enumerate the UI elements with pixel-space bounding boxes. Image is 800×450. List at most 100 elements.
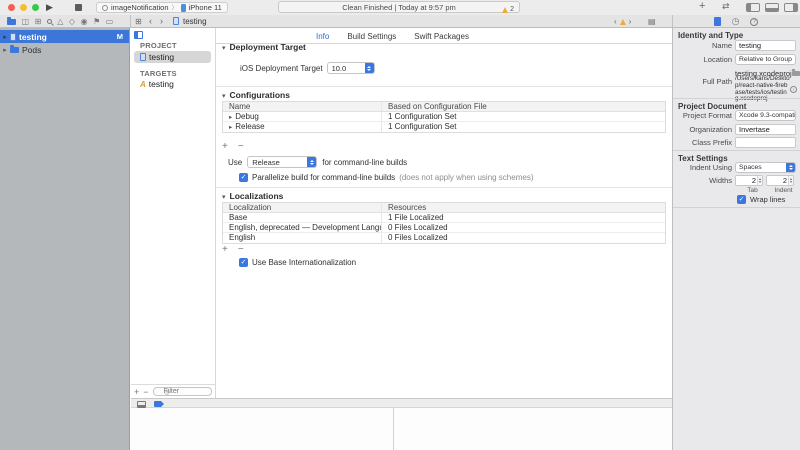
navigator-row-testing[interactable]: ▸ testing M (0, 30, 129, 43)
toggle-navigator-button[interactable] (746, 3, 760, 12)
table-row[interactable]: English 0 Files Localized (223, 233, 665, 243)
run-button[interactable]: ▶ (46, 1, 53, 14)
breakpoint-navigator-icon[interactable]: ⚑ (93, 17, 100, 26)
symbol-navigator-icon[interactable]: ⊞ (35, 17, 42, 26)
warning-icon (502, 7, 508, 13)
back-button[interactable]: ‹ (149, 16, 152, 26)
indent-using-dropdown[interactable]: Spaces (735, 162, 796, 173)
navigator-tab-strip: ◫ ⊞ △ ◇ ◉ ⚑ ▭ (7, 15, 113, 28)
checkbox-checked[interactable]: ✓ (737, 195, 746, 204)
toggle-debug-area-button[interactable] (765, 3, 779, 12)
folder-icon[interactable] (792, 71, 800, 76)
toggle-inspectors-button[interactable] (784, 3, 798, 12)
indent-width-input[interactable] (767, 176, 788, 185)
previous-issue-button[interactable]: ‹ (614, 17, 617, 26)
activity-status: Clean Finished | Today at 9:57 pm 2 (278, 1, 520, 13)
configurations-section-header[interactable]: ▾Configurations (222, 90, 290, 100)
tab-width-stepper[interactable] (735, 175, 763, 186)
tab-info[interactable]: Info (316, 32, 329, 41)
hide-debug-area-icon[interactable] (137, 401, 146, 408)
navigator-row-pods[interactable]: ▸ Pods (0, 43, 129, 56)
report-navigator-icon[interactable]: ▭ (106, 17, 114, 26)
tab-overview-icon[interactable]: ⊞ (135, 17, 142, 26)
filter-input[interactable] (153, 387, 212, 396)
project-format-dropdown[interactable]: Xcode 9.3-compatible (735, 110, 796, 121)
disclosure-icon[interactable]: ▸ (229, 114, 232, 121)
issue-navigation: ‹ › (614, 15, 631, 28)
ios-deployment-target-label: iOS Deployment Target (240, 64, 323, 73)
add-button[interactable]: + (134, 387, 139, 397)
deployment-target-section-header[interactable]: ▾Deployment Target (222, 42, 306, 52)
command-line-configuration-dropdown[interactable]: Release (247, 156, 317, 168)
indent-using-row: Indent Using Spaces (673, 162, 796, 173)
stop-button[interactable] (75, 4, 82, 11)
disclosure-icon[interactable]: ▸ (229, 124, 232, 131)
table-row[interactable]: Base 1 File Localized (223, 213, 665, 223)
configurations-add-remove: + − (222, 142, 244, 152)
chevron-icon: 〉 (172, 3, 178, 12)
reveal-in-finder-icon[interactable]: › (790, 86, 797, 93)
remove-button[interactable]: − (238, 142, 244, 152)
find-navigator-icon[interactable] (47, 19, 52, 24)
checkbox-checked[interactable]: ✓ (239, 173, 248, 182)
close-window-icon[interactable] (8, 4, 15, 11)
quick-help-inspector-icon[interactable]: ? (750, 18, 758, 26)
issue-navigator-icon[interactable]: △ (57, 17, 63, 26)
tab-title[interactable]: testing (183, 15, 207, 28)
forward-button[interactable]: › (160, 16, 163, 26)
table-row[interactable]: English, deprecated — Development Langua… (223, 223, 665, 233)
localizations-add-remove: + − (222, 245, 244, 255)
table-row[interactable]: ▸Debug 1 Configuration Set (223, 112, 665, 122)
project-navigator-icon[interactable] (7, 19, 16, 25)
scheme-selector[interactable]: imageNotification 〉 iPhone 11 (96, 2, 228, 13)
divider (216, 187, 672, 188)
zoom-window-icon[interactable] (32, 4, 39, 11)
warning-icon[interactable] (620, 19, 626, 25)
add-button[interactable]: + (222, 245, 228, 255)
tab-width-input[interactable] (736, 176, 757, 185)
minimize-window-icon[interactable] (20, 4, 27, 11)
history-inspector-icon[interactable]: ◷ (732, 17, 740, 26)
table-row[interactable]: ▸Release 1 Configuration Set (223, 122, 665, 132)
disclosure-icon[interactable]: ▸ (0, 46, 10, 54)
tab-swift-packages[interactable]: Swift Packages (414, 32, 469, 41)
full-path-value: /Users/kans/Desktop/react-native-firebas… (735, 76, 796, 103)
editor-options-icon[interactable]: ▤ (648, 17, 656, 26)
stepper-icon (365, 63, 374, 73)
remove-button[interactable]: − (238, 245, 244, 255)
stepper-icon (786, 163, 795, 172)
editor-layout-button[interactable]: ⇄ (722, 1, 730, 12)
target-item[interactable]: A testing (134, 78, 211, 90)
tab-build-settings[interactable]: Build Settings (347, 32, 396, 41)
disclosure-icon[interactable]: ▾ (222, 93, 226, 100)
breakpoints-toggle-icon[interactable] (154, 401, 164, 407)
next-issue-button[interactable]: › (629, 17, 632, 26)
indent-using-label: Indent Using (673, 163, 735, 172)
console-view[interactable] (394, 408, 672, 450)
test-navigator-icon[interactable]: ◇ (69, 17, 75, 26)
widths-captions: Tab Indent (737, 187, 799, 194)
disclosure-icon[interactable]: ▸ (0, 33, 10, 41)
location-dropdown[interactable]: Relative to Group (735, 54, 796, 65)
project-item[interactable]: testing (134, 51, 211, 63)
remove-button[interactable]: − (143, 387, 148, 397)
file-inspector-icon[interactable] (714, 17, 721, 26)
library-button[interactable]: + (699, 0, 705, 12)
debug-navigator-icon[interactable]: ◉ (81, 17, 88, 26)
organization-field[interactable] (735, 124, 796, 135)
toggle-projects-list-icon[interactable] (134, 31, 143, 39)
name-field[interactable] (735, 40, 796, 51)
checkbox-checked[interactable]: ✓ (239, 258, 248, 267)
warning-badge[interactable]: 2 (502, 4, 514, 15)
localizations-table: Localization Resources Base 1 File Local… (222, 202, 666, 244)
add-button[interactable]: + (222, 142, 228, 152)
disclosure-icon[interactable]: ▾ (222, 194, 226, 201)
variables-view[interactable] (131, 408, 393, 450)
localizations-section-header[interactable]: ▾Localizations (222, 191, 283, 201)
disclosure-icon[interactable]: ▾ (222, 45, 226, 52)
ios-deployment-target-dropdown[interactable]: 10.0 (327, 62, 375, 74)
source-control-navigator-icon[interactable]: ◫ (22, 17, 30, 26)
indent-width-stepper[interactable] (766, 175, 794, 186)
class-prefix-field[interactable] (735, 137, 796, 148)
table-header: Name Based on Configuration File (223, 102, 665, 112)
